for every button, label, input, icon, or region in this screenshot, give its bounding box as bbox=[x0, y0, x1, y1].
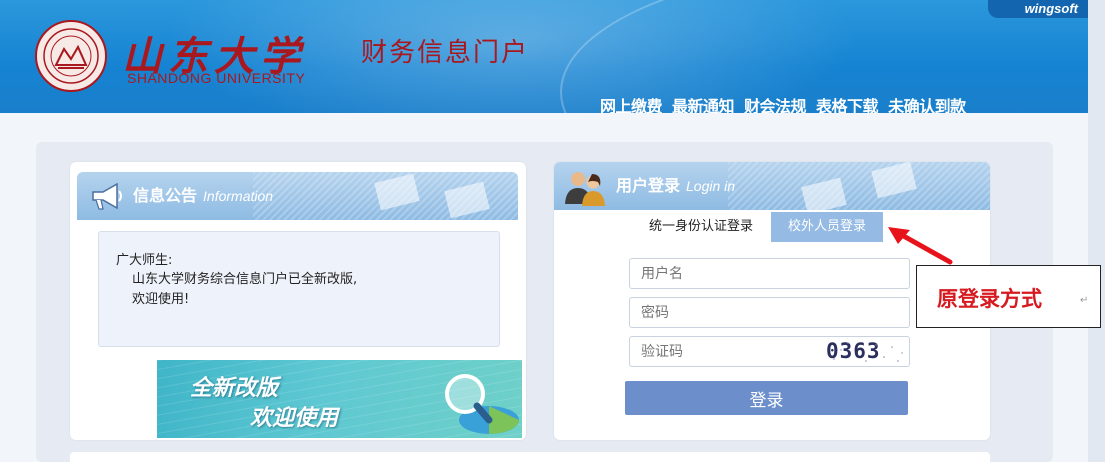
megaphone-icon bbox=[92, 182, 122, 210]
annotation-text: 原登录方式 bbox=[937, 286, 1042, 311]
right-edge-strip bbox=[1088, 0, 1105, 462]
notice-body: 山东大学财务综合信息门户已全新改版, 欢迎使用! bbox=[132, 270, 357, 310]
tab-external-user-login[interactable]: 校外人员登录 bbox=[771, 212, 883, 242]
notice-header: 信息公告 Information bbox=[77, 172, 518, 220]
users-icon bbox=[565, 172, 605, 206]
login-title-en: Login in bbox=[686, 178, 736, 194]
notice-greeting: 广大师生: bbox=[116, 253, 173, 268]
password-input[interactable] bbox=[629, 297, 910, 328]
notice-line: 山东大学财务综合信息门户已全新改版, bbox=[132, 272, 358, 287]
banner-headline: 全新改版 bbox=[190, 376, 279, 401]
portal-title: 财务信息门户 bbox=[361, 38, 530, 68]
login-header: 用户登录 Login in bbox=[554, 162, 990, 210]
notice-title-cn: 信息公告 bbox=[133, 186, 198, 205]
header-stripes bbox=[728, 162, 990, 210]
university-seal-icon bbox=[35, 20, 107, 92]
notice-line: 欢迎使用! bbox=[132, 292, 190, 307]
username-input[interactable] bbox=[629, 258, 910, 289]
paragraph-mark: ↵ bbox=[1080, 295, 1089, 306]
notice-title: 信息公告 Information bbox=[133, 172, 273, 220]
login-title-cn: 用户登录 bbox=[616, 176, 681, 195]
captcha-image[interactable]: 0363 bbox=[826, 339, 906, 365]
vendor-brand: wingsoft bbox=[988, 0, 1088, 18]
login-button[interactable]: 登录 bbox=[625, 381, 908, 415]
tab-unified-auth-login[interactable]: 统一身份认证登录 bbox=[640, 212, 762, 242]
magnifier-chart-icon bbox=[445, 374, 519, 434]
login-title: 用户登录 Login in bbox=[616, 162, 735, 210]
notice-title-en: Information bbox=[203, 188, 274, 204]
banner-subline: 欢迎使用 bbox=[250, 406, 339, 431]
next-section-edge bbox=[70, 452, 990, 462]
red-arrow-icon bbox=[888, 227, 953, 265]
captcha-noise bbox=[833, 342, 903, 362]
university-name-en: SHANDONG UNIVERSITY bbox=[127, 70, 306, 86]
